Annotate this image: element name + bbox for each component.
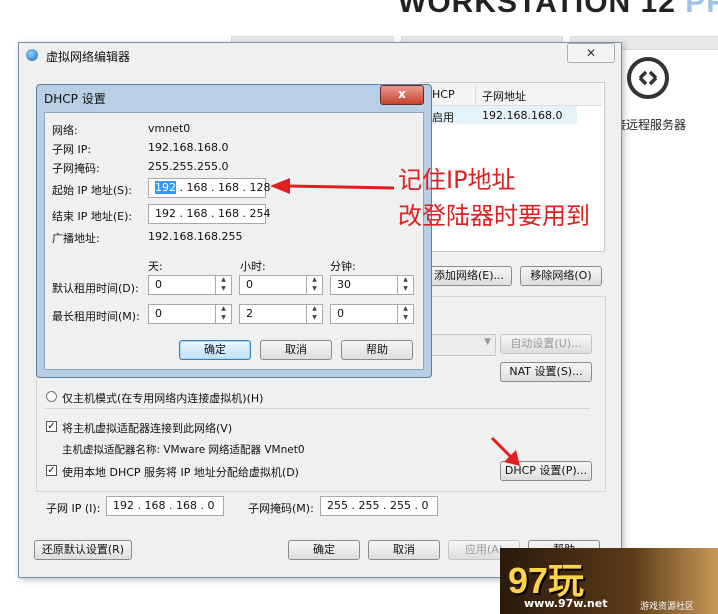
dhcp-dialog-title: DHCP 设置: [44, 92, 106, 106]
max-lease-days-field[interactable]: 0 ▲ ▼: [148, 304, 232, 324]
max-lease-hours-value: 2: [246, 307, 253, 320]
subnet-ip-value: 192.168.168.0: [148, 141, 229, 154]
chevron-down-icon: ▼: [484, 337, 491, 347]
network-label: 网络:: [52, 124, 78, 137]
spin-up-icon[interactable]: ▲: [216, 304, 231, 313]
spin-up-icon[interactable]: ▲: [398, 304, 413, 313]
annotation-arrow-icon: [490, 436, 520, 466]
spin-down-icon[interactable]: ▼: [398, 284, 413, 293]
use-dhcp-checkbox[interactable]: ✓: [46, 465, 57, 476]
minutes-header: 分钟:: [330, 260, 356, 273]
max-lease-hours-field[interactable]: 2 ▲ ▼: [239, 304, 323, 324]
spin-buttons[interactable]: ▲ ▼: [306, 304, 322, 324]
subnet-mask-label: 子网掩码(M):: [248, 502, 314, 515]
max-lease-days-value: 0: [155, 307, 162, 320]
auto-settings-button[interactable]: 自动设置(U)...: [500, 334, 592, 354]
network-value: vmnet0: [148, 122, 191, 135]
spin-buttons[interactable]: ▲ ▼: [397, 304, 413, 324]
bridge-adapter-select[interactable]: ▼: [430, 334, 496, 356]
connect-adapter-label: 将主机虚拟适配器连接到此网络(V): [62, 422, 233, 435]
subnet-mask-label: 子网掩码:: [52, 162, 100, 175]
subnet-ip-field[interactable]: 192 . 168 . 168 . 0: [106, 496, 224, 516]
watermark-subtitle: 游戏资源社区: [640, 602, 695, 612]
column-header-dhcp: HCP: [432, 88, 455, 101]
column-header-subnet: 子网地址: [482, 90, 526, 103]
restore-defaults-button[interactable]: 还原默认设置(R): [34, 540, 132, 560]
spin-up-icon[interactable]: ▲: [307, 304, 322, 313]
start-ip-remaining: . 168 . 168 . 128: [176, 181, 271, 194]
default-lease-minutes-field[interactable]: 30 ▲ ▼: [330, 275, 414, 295]
add-network-button[interactable]: 添加网络(E)...: [426, 266, 512, 286]
broadcast-label: 广播地址:: [52, 232, 100, 245]
start-ip-label: 起始 IP 地址(S):: [52, 184, 133, 197]
default-lease-hours-field[interactable]: 0 ▲ ▼: [239, 275, 323, 295]
max-lease-minutes-field[interactable]: 0 ▲ ▼: [330, 304, 414, 324]
column-divider: [475, 84, 476, 104]
subnet-mask-field[interactable]: 255 . 255 . 255 . 0: [320, 496, 438, 516]
max-lease-label: 最长租用时间(M):: [52, 310, 140, 323]
network-editor-icon: [26, 49, 38, 61]
hours-header: 小时:: [240, 260, 266, 273]
divider: [44, 408, 590, 409]
use-dhcp-label: 使用本地 DHCP 服务将 IP 地址分配给虚拟机(D): [62, 466, 299, 479]
spin-buttons[interactable]: ▲ ▼: [215, 275, 231, 295]
row-dhcp-cell: 启用: [432, 111, 454, 124]
spin-buttons[interactable]: ▲ ▼: [215, 304, 231, 324]
annotation-line-2: 改登陆器时要用到: [398, 202, 590, 230]
max-lease-minutes-value: 0: [337, 307, 344, 320]
spin-up-icon[interactable]: ▲: [216, 275, 231, 284]
row-subnet-cell: 192.168.168.0: [482, 109, 563, 122]
end-ip-label: 结束 IP 地址(E):: [52, 210, 133, 223]
spin-up-icon[interactable]: ▲: [307, 275, 322, 284]
connect-adapter-checkbox[interactable]: ✓: [46, 421, 57, 432]
default-lease-label: 默认租用时间(D):: [52, 282, 139, 295]
watermark-url: www.97w.net: [524, 597, 608, 610]
start-ip-field[interactable]: 192 . 168 . 168 . 128: [148, 178, 270, 198]
spin-buttons[interactable]: ▲ ▼: [306, 275, 322, 295]
remote-server-label[interactable]: 接远程服务器: [614, 116, 686, 133]
host-only-label: 仅主机模式(在专用网络内连接虚拟机)(H): [62, 392, 264, 405]
close-window-button[interactable]: ✕: [567, 43, 615, 63]
dhcp-ok-button[interactable]: 确定: [179, 340, 251, 360]
spin-down-icon[interactable]: ▼: [216, 313, 231, 322]
default-lease-hours-value: 0: [246, 278, 253, 291]
default-lease-minutes-value: 30: [337, 278, 351, 291]
days-header: 天:: [148, 260, 163, 273]
cancel-button[interactable]: 取消: [368, 540, 440, 560]
remove-network-button[interactable]: 移除网络(O): [520, 266, 602, 286]
nat-settings-button[interactable]: NAT 设置(S)...: [500, 362, 592, 382]
spin-up-icon[interactable]: ▲: [398, 275, 413, 284]
spin-down-icon[interactable]: ▼: [398, 313, 413, 322]
end-ip-field[interactable]: 192 . 168 . 168 . 254: [148, 204, 270, 224]
host-only-radio[interactable]: [46, 391, 57, 402]
subnet-mask-value: 255.255.255.0: [148, 160, 229, 173]
spin-down-icon[interactable]: ▼: [216, 284, 231, 293]
default-lease-days-value: 0: [155, 278, 162, 291]
annotation-arrow-icon: [270, 178, 395, 194]
dhcp-cancel-button[interactable]: 取消: [260, 340, 332, 360]
subnet-ip-label: 子网 IP (I):: [46, 502, 101, 515]
window-title: 虚拟网络编辑器: [46, 50, 131, 64]
ok-button[interactable]: 确定: [288, 540, 360, 560]
remote-server-icon[interactable]: [627, 57, 669, 99]
start-ip-selected-octet: 192: [155, 181, 176, 194]
annotation-line-1: 记住IP地址: [398, 166, 516, 194]
dhcp-close-button[interactable]: x: [380, 85, 424, 105]
default-lease-days-field[interactable]: 0 ▲ ▼: [148, 275, 232, 295]
broadcast-value: 192.168.168.255: [148, 230, 243, 243]
adapter-name-label: 主机虚拟适配器名称: VMware 网络适配器 VMnet0: [62, 444, 305, 456]
product-brand: WORKSTATION 12 PRO: [398, 0, 718, 19]
dhcp-help-button[interactable]: 帮助: [341, 340, 413, 360]
spin-down-icon[interactable]: ▼: [307, 313, 322, 322]
subnet-ip-label: 子网 IP:: [52, 143, 92, 156]
spin-buttons[interactable]: ▲ ▼: [397, 275, 413, 295]
spin-down-icon[interactable]: ▼: [307, 284, 322, 293]
